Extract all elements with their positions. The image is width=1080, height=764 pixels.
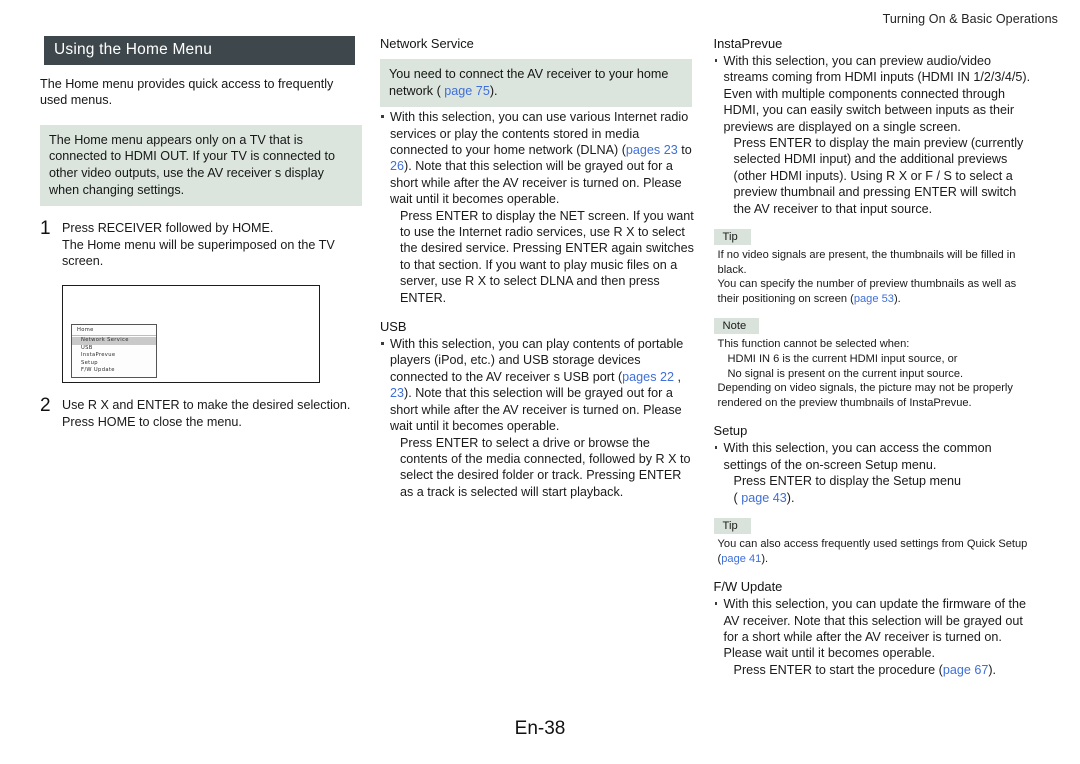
subheading-fw-update: F/W Update (713, 579, 783, 595)
tip-body-setup: You can also access frequently used sett… (714, 537, 1034, 566)
note-line-3: No signal is present on the current inpu… (727, 367, 964, 380)
subheading-usb: USB (380, 319, 407, 335)
intro-paragraph: The Home menu provides quick access to f… (40, 77, 334, 108)
fw-update-indent-text: Press ENTER to start the procedure ( (733, 662, 943, 677)
instaprevue-bullet-1: With this selection, you can preview aud… (714, 53, 1034, 135)
note-box-network-text: You need to connect the AV receiver to y… (389, 67, 669, 98)
tip-body-instaprevue: If no video signals are present, the thu… (714, 248, 1034, 306)
caution-box-home-menu-tv: The Home menu appears only on a TV that … (40, 124, 362, 207)
osd-menu-list: Network Service USB InstaPrevue Setup F/… (72, 336, 156, 377)
setup-bullet-1: With this selection, you can access the … (714, 440, 1034, 473)
step-1-lead: Press RECEIVER followed by HOME. (62, 221, 274, 236)
instaprevue-indent-1: Press ENTER to display the main preview … (733, 136, 1024, 216)
setup-tip-line-1: You can also access frequently used sett… (714, 537, 1034, 566)
tip-line-1: If no video signals are present, the thu… (717, 249, 1016, 276)
manual-page: Turning On & Basic Operations Using the … (0, 0, 1080, 764)
ns-bullet-to: to (677, 143, 692, 157)
fw-update-bullets: With this selection, you can update the … (714, 596, 1034, 662)
instaprevue-bullets: With this selection, you can preview aud… (714, 53, 1034, 135)
step-2: 2 Use R X and ENTER to make the desired … (40, 395, 362, 430)
step-2-number: 2 (40, 395, 51, 417)
xref-pages-22[interactable]: pages 22 (622, 370, 674, 384)
usb-bullets: With this selection, you can play conten… (380, 336, 696, 434)
xref-page-41[interactable]: page 41 (721, 553, 761, 565)
usb-bullet-text-b: ). Note that this selection will be gray… (390, 386, 682, 434)
right-column: InstaPrevue With this selection, you can… (713, 36, 1052, 678)
step-1-sub: The Home menu will be superimposed on th… (62, 237, 335, 268)
fw-update-indent-1: Press ENTER to start the procedure (page… (714, 662, 1034, 678)
osd-item-usb[interactable]: USB (72, 345, 156, 352)
tip-line-2: You can specify the number of preview th… (714, 277, 1034, 306)
osd-item-setup[interactable]: Setup (72, 360, 156, 367)
setup-tip-text-end: ). (761, 552, 769, 565)
page-number-folio: En-38 (514, 718, 566, 739)
tip-label-setup: Tip (713, 518, 751, 535)
step-2-lead: Use R X and ENTER to make the desired se… (62, 398, 351, 413)
step-1-body: Press RECEIVER followed by HOME. The Hom… (62, 220, 362, 269)
step-2-sub: Press HOME to close the menu. (62, 414, 242, 429)
xref-page-67[interactable]: page 67 (943, 663, 989, 677)
note-box-network-text-end: ). (489, 83, 498, 98)
note-line-4: Depending on video signals, the picture … (717, 382, 1013, 409)
tv-screen-frame: Home Network Service USB InstaPrevue Set… (62, 285, 320, 384)
section-title-using-the-home-menu: Using the Home Menu (40, 36, 355, 65)
network-service-bullet-1: With this selection, you can use various… (380, 109, 696, 207)
osd-home-menu: Home Network Service USB InstaPrevue Set… (71, 323, 157, 379)
osd-menu-title: Home (72, 325, 156, 337)
usb-indent-1: Press ENTER to select a drive or browse … (400, 435, 691, 499)
setup-indent-2-close: ). (786, 490, 795, 505)
xref-pages-23[interactable]: pages 23 (626, 143, 678, 157)
subheading-network-service: Network Service (380, 36, 474, 51)
note-box-network-connection: You need to connect the AV receiver to y… (380, 59, 692, 108)
setup-bullets: With this selection, you can access the … (714, 440, 1034, 473)
osd-item-network-service[interactable]: Network Service (72, 337, 156, 345)
subheading-setup: Setup (713, 423, 748, 439)
note-line-1: This function cannot be selected when: (717, 338, 910, 351)
network-service-bullets: With this selection, you can use various… (380, 109, 696, 207)
fw-update-indent-text-end: ). (988, 662, 997, 677)
osd-item-instaprevue[interactable]: InstaPrevue (72, 352, 156, 359)
network-service-indent-1: Press ENTER to display the NET screen. I… (400, 208, 694, 305)
three-column-layout: Using the Home Menu The Home menu provid… (40, 36, 1052, 678)
subheading-instaprevue: InstaPrevue (713, 36, 783, 51)
note-label-instaprevue: Note (713, 318, 760, 335)
xref-page-53[interactable]: page 53 (854, 293, 894, 305)
xref-page-43[interactable]: page 43 (741, 491, 787, 505)
setup-indent-2: ( page 43). (714, 490, 1034, 506)
middle-column: Network Service You need to connect the … (380, 36, 714, 678)
xref-page-26[interactable]: 26 (390, 159, 404, 173)
running-header: Turning On & Basic Operations (882, 12, 1058, 26)
ns-bullet-text-b: ). Note that this selection will be gray… (390, 159, 682, 207)
usb-bullet-1: With this selection, you can play conten… (380, 336, 696, 434)
xref-page-75[interactable]: page 75 (444, 84, 490, 98)
tv-illustration: Home Network Service USB InstaPrevue Set… (62, 285, 362, 384)
step-1: 1 Press RECEIVER followed by HOME. The H… (40, 218, 362, 269)
osd-item-fw-update[interactable]: F/W Update (72, 367, 156, 374)
note-body-instaprevue: This function cannot be selected when: H… (714, 337, 1034, 410)
left-column: Using the Home Menu The Home menu provid… (40, 36, 380, 678)
tip-label-instaprevue: Tip (713, 229, 751, 246)
note-line-2: HDMI IN 6 is the current HDMI input sour… (727, 353, 958, 366)
setup-indent-1: Press ENTER to display the Setup menu (733, 474, 962, 489)
step-1-number: 1 (40, 218, 51, 240)
fw-update-bullet-1: With this selection, you can update the … (714, 596, 1034, 662)
usb-bullet-sep: , (674, 369, 681, 384)
xref-page-23[interactable]: 23 (390, 386, 404, 400)
setup-indent-2-open: ( (733, 490, 738, 505)
tip-line-2-end: ). (893, 292, 901, 305)
step-2-body: Use R X and ENTER to make the desired se… (62, 397, 350, 430)
